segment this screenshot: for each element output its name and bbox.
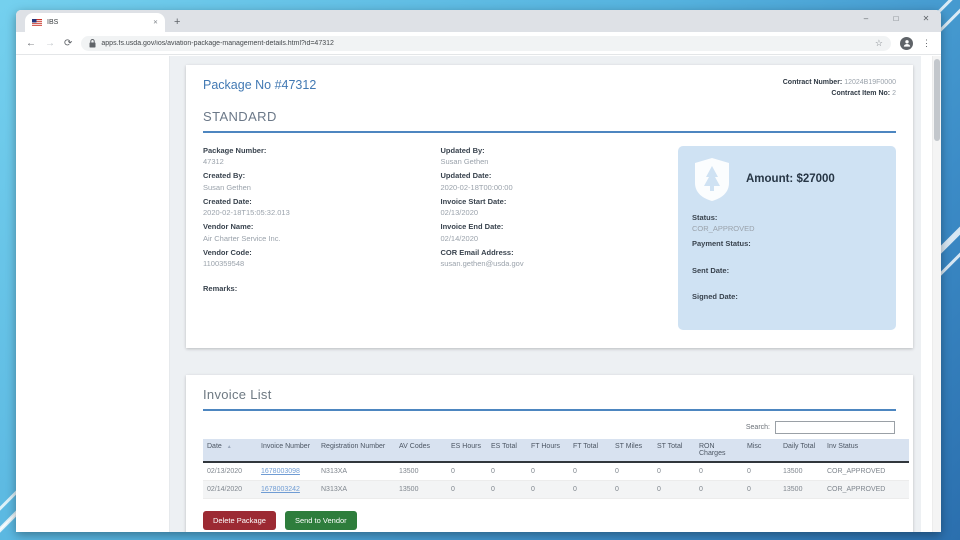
maximize-button[interactable]: □ (881, 10, 911, 27)
col-inv-status[interactable]: Inv Status (823, 438, 909, 463)
col-ron-charges[interactable]: RON Charges (695, 438, 743, 463)
contract-number-value: 12024B19F0000 (844, 79, 896, 86)
field-updated-by: Updated By: Susan Gethen (440, 145, 489, 167)
refresh-button[interactable]: ⟳ (64, 38, 72, 49)
col-misc[interactable]: Misc (743, 438, 779, 463)
main-column: Package No #47312 Contract Number: 12024… (169, 56, 921, 532)
accent-divider (203, 130, 896, 133)
new-tab-button[interactable]: + (174, 16, 180, 28)
col-registration-number[interactable]: Registration Number (317, 438, 395, 463)
invoice-number-link[interactable]: 1678003098 (261, 468, 300, 475)
contract-number-label: Contract Number: (782, 79, 843, 86)
sort-asc-icon: ▲ (226, 443, 232, 450)
search-input[interactable] (775, 420, 895, 434)
tab-title: IBS (47, 19, 59, 26)
slide-background: IBS ✕ + – □ ✕ ← → ⟳ apps.fs.usda.gov/ios… (0, 0, 960, 540)
col-es-hours[interactable]: ES Hours (447, 438, 487, 463)
col-st-miles[interactable]: ST Miles (611, 438, 653, 463)
field-payment-status: Payment Status: (692, 239, 751, 249)
field-vendor-code: Vendor Code: 1100359548 (203, 247, 252, 269)
page-title: Package No #47312 (203, 78, 317, 92)
contract-item-value: 2 (892, 89, 896, 97)
table-row: 02/13/2020 1678003098 N313XA 13500 0 0 0… (203, 461, 909, 481)
us-flag-icon (32, 19, 42, 26)
package-fields-middle: Updated By: Susan Gethen Updated Date: 2… (441, 146, 667, 330)
search-label: Search: (745, 423, 770, 431)
delete-package-button[interactable]: Delete Package (203, 510, 276, 530)
accent-divider (203, 408, 896, 411)
page-scrollbar[interactable] (932, 56, 941, 532)
scrollbar-thumb[interactable] (934, 59, 940, 141)
col-es-total[interactable]: ES Total (487, 438, 527, 463)
url-text: apps.fs.usda.gov/ios/aviation-package-ma… (101, 39, 334, 47)
table-header-row: Date ▲ Invoice Number Registration Number… (203, 438, 909, 463)
send-to-vendor-button[interactable]: Send to Vendor (284, 510, 357, 530)
col-av-codes[interactable]: AV Codes (395, 438, 447, 463)
close-button[interactable]: ✕ (911, 10, 941, 27)
amount-value: Amount: $27000 (746, 173, 835, 186)
col-st-total[interactable]: ST Total (653, 438, 695, 463)
field-remarks: Remarks: (203, 284, 238, 294)
field-invoice-end-date: Invoice End Date: 02/14/2020 (440, 222, 504, 243)
contract-info: Contract Number: 12024B19F0000 Contract … (783, 78, 896, 100)
back-button[interactable]: ← (26, 38, 36, 49)
col-ft-total[interactable]: FT Total (569, 438, 611, 463)
page-content: Package No #47312 Contract Number: 12024… (16, 56, 941, 532)
invoice-table: Date ▲ Invoice Number Registration Number… (203, 438, 909, 499)
forest-service-shield-icon (695, 157, 729, 201)
field-sent-date: Sent Date: (692, 265, 730, 275)
window-controls: – □ ✕ (851, 10, 941, 27)
field-created-date: Created Date: 2020-02-18T15:05:32.013 (203, 196, 290, 218)
person-icon (903, 40, 910, 47)
address-bar[interactable]: apps.fs.usda.gov/ios/aviation-package-ma… (81, 35, 891, 51)
package-fields-left: Package Number: 47312 Created By: Susan … (203, 146, 429, 330)
col-daily-total[interactable]: Daily Total (779, 438, 823, 463)
table-row: 02/14/2020 1678003242 N313XA 13500 0 0 0… (203, 480, 909, 499)
profile-avatar[interactable] (900, 36, 913, 50)
invoice-number-link[interactable]: 1678003242 (261, 486, 300, 493)
status-badge: COR_APPROVED (692, 224, 755, 234)
invoice-list-title: Invoice List (203, 386, 272, 402)
field-invoice-start-date: Invoice Start Date: 02/13/2020 (440, 196, 507, 218)
browser-window: IBS ✕ + – □ ✕ ← → ⟳ apps.fs.usda.gov/ios… (16, 10, 941, 532)
field-created-by: Created By: Susan Gethen (203, 171, 251, 192)
minimize-button[interactable]: – (851, 10, 881, 27)
field-vendor-name: Vendor Name: Air Charter Service Inc. (203, 222, 281, 243)
package-type-label: STANDARD (203, 108, 277, 124)
browser-menu-icon[interactable]: ⋮ (922, 38, 931, 49)
col-ft-hours[interactable]: FT Hours (527, 438, 569, 463)
amount-status-panel: Amount: $27000 Status: COR_APPROVED Paym… (678, 145, 896, 330)
forward-button[interactable]: → (45, 38, 55, 49)
contract-item-label: Contract Item No: (831, 89, 891, 97)
tab-strip: IBS ✕ + – □ ✕ (16, 10, 941, 32)
tab-close-icon[interactable]: ✕ (153, 19, 158, 26)
field-updated-date: Updated Date: 2020-02-18T00:00:00 (440, 171, 513, 192)
field-signed-date: Signed Date: (692, 292, 738, 302)
invoice-list-card: Invoice List Search: Date ▲ Invoice Numb… (186, 374, 913, 532)
field-cor-email: COR Email Address: susan.gethen@usda.gov (440, 247, 524, 269)
field-status: Status: COR_APPROVED (692, 213, 882, 234)
browser-toolbar: ← → ⟳ apps.fs.usda.gov/ios/aviation-pack… (16, 32, 941, 55)
browser-tab[interactable]: IBS ✕ (25, 13, 165, 32)
package-card: Package No #47312 Contract Number: 12024… (186, 65, 913, 348)
lock-icon (89, 38, 96, 47)
bookmark-star-icon[interactable]: ☆ (875, 38, 883, 49)
field-package-number: Package Number: 47312 (203, 145, 267, 167)
col-date[interactable]: Date ▲ (203, 438, 257, 463)
col-invoice-number[interactable]: Invoice Number (257, 438, 317, 463)
